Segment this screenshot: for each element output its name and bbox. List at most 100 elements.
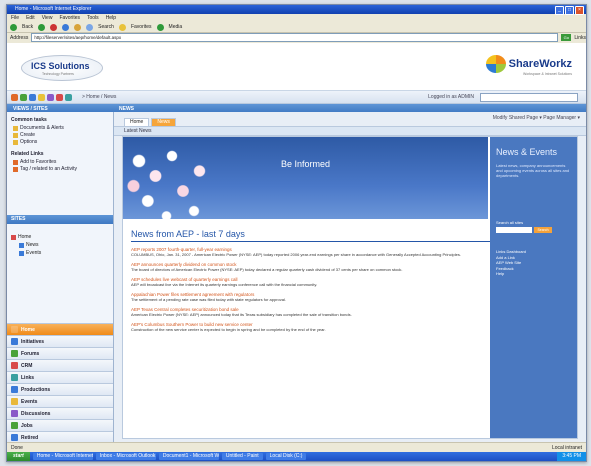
task-create[interactable]: Create [13,132,113,138]
events-icon [11,398,18,405]
nav-crm[interactable]: CRM [7,359,113,371]
go-button[interactable]: Go [561,34,572,41]
task-documents[interactable]: Documents & Alerts [13,125,113,131]
side-search-input[interactable] [496,227,532,233]
people-icon[interactable] [47,93,54,101]
menu-view[interactable]: View [42,14,53,22]
stop-icon[interactable] [50,23,58,31]
menu-favorites[interactable]: Favorites [59,14,80,22]
list-item: AEP announces quarterly dividend on comm… [131,262,471,272]
task-label: Create [20,132,36,138]
retired-icon [11,434,18,441]
nav-initiatives[interactable]: Initiatives [7,335,113,347]
mail-icon[interactable] [29,93,36,101]
pencil-icon [13,166,18,172]
task-options[interactable]: Options [13,139,113,145]
nav-label: Forums [21,350,40,357]
taskbar-item[interactable]: Inbox - Microsoft Outlook [95,453,156,460]
nav-productions[interactable]: Productions [7,383,113,395]
nav-forums[interactable]: Forums [7,347,113,359]
ics-logo[interactable]: ICS Solutions Technology Partners [21,55,103,81]
refresh-icon[interactable] [62,23,70,31]
news-events-panel: News & Events Latest news, company annou… [490,137,577,438]
calendar-icon[interactable] [20,93,27,101]
side-heading: News & Events [496,147,558,157]
menu-edit[interactable]: Edit [26,14,35,22]
list-item: AEP schedules live webcast of quarterly … [131,277,471,287]
left-panel: Common tasks Documents & Alerts Create O… [7,112,114,443]
ics-logo-text: ICS Solutions [31,61,90,71]
nav-jobs[interactable]: Jobs [7,419,113,431]
tab-home[interactable]: Home [124,118,150,126]
news-item-desc: AEP will broadcast live via the Internet… [131,282,318,287]
nav-events[interactable]: Events [7,395,113,407]
news-item-desc: The settlement of a pending rate case wa… [131,297,286,302]
home-icon[interactable] [74,23,82,31]
folder-icon[interactable] [38,93,45,101]
folder-icon [13,132,18,138]
search-icon[interactable] [86,23,94,31]
home-icon[interactable] [11,93,18,101]
related-links-group: Related Links Add to Favorites Tag / rel… [7,146,113,172]
system-clock: 3:45 PM [557,452,586,461]
tab-news[interactable]: News [151,118,176,126]
news-list: AEP reports 2007 fourth-quarter, full-ye… [131,247,471,337]
quick-icons [7,93,72,101]
side-search-button[interactable]: Search [534,227,552,233]
taskbar-item[interactable]: Home - Microsoft Internet Explorer [32,453,93,460]
link-tag-activity[interactable]: Tag / related to an Activity [13,166,113,172]
site-icon [11,234,16,240]
browser-toolbar: Back Search Favorites Media [7,22,586,33]
page-icon [19,250,24,256]
status-text: Done [11,444,23,451]
news-item-desc: COLUMBUS, Ohio, Jan. 31, 2007 - American… [131,252,461,257]
settings-icon[interactable] [65,93,72,101]
menu-bar: File Edit View Favorites Tools Help [7,14,586,22]
menu-help[interactable]: Help [106,14,116,22]
taskbar-item[interactable]: Untitled - Paint [221,453,263,460]
search-button[interactable]: Search [98,24,114,30]
page-menu[interactable]: Modify Shared Page ▾ Page Manager ▾ [493,115,580,121]
back-button[interactable]: Back [22,24,33,30]
side-link[interactable]: Help [496,271,571,277]
nav-links[interactable]: Links [7,371,113,383]
nav-label: CRM [21,362,33,369]
folder-icon [13,125,18,131]
back-arrow-icon[interactable] [10,23,17,31]
media-button[interactable]: Media [169,24,183,30]
site-search-input[interactable] [480,93,578,102]
link-add-favorites[interactable]: Add to Favorites [13,159,113,165]
menu-tools[interactable]: Tools [87,14,99,22]
taskbar-item[interactable]: Document1 - Microsoft Word [158,453,219,460]
tree-label: Events [26,250,42,256]
start-button[interactable]: start [7,452,30,461]
address-input[interactable]: http://fileserver/sites/aep/home/default… [31,33,559,42]
tree-node-home[interactable]: Home [11,234,41,240]
taskbar-item[interactable]: Local Disk (C:) [265,453,307,460]
menu-file[interactable]: File [11,14,19,22]
tree-node-events[interactable]: Events [19,250,41,256]
forward-arrow-icon[interactable] [38,23,46,31]
heart-icon[interactable] [56,93,63,101]
discussions-icon [11,410,18,417]
brand-tagline: Workspace & Intranet Solutions [523,72,572,76]
address-bar: Address http://fileserver/sites/aep/home… [7,33,586,42]
favorites-button[interactable]: Favorites [131,24,152,30]
nav-label: Events [21,398,38,405]
nav-label: Initiatives [21,338,45,345]
browser-window: Home - Microsoft Internet Explorer _ □ ×… [6,4,587,462]
star-icon[interactable] [118,23,126,31]
site-tree: Home News Events [11,234,41,258]
breadcrumb[interactable]: > Home / News [82,94,116,100]
links-label[interactable]: Links [574,35,586,41]
productions-icon [11,386,18,393]
site-header: ICS Solutions Technology Partners ShareW… [7,43,586,91]
user-status[interactable]: Logged in as ADMIN [428,94,474,100]
nav-discussions[interactable]: Discussions [7,407,113,419]
pencil-icon [13,159,18,165]
list-item: AEP reports 2007 fourth-quarter, full-ye… [131,247,471,257]
media-icon[interactable] [156,23,164,31]
nav-home[interactable]: Home [7,323,113,335]
page-tabs: Home News Modify Shared Page ▾ Page Mana… [114,112,586,127]
tree-node-news[interactable]: News [19,242,41,248]
